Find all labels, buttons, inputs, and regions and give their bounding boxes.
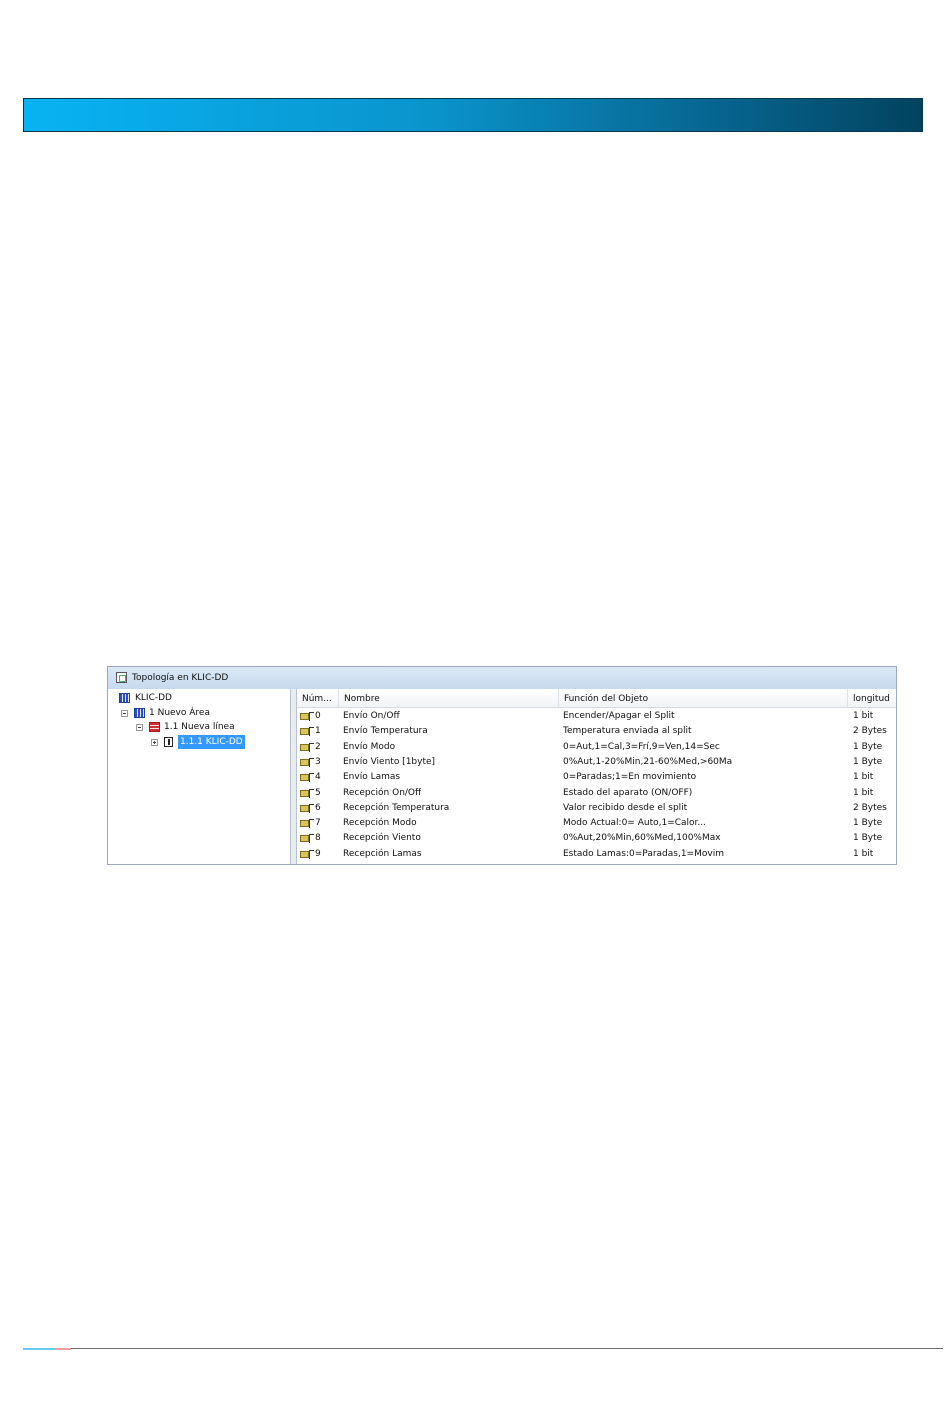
row-length: 2 Bytes	[853, 726, 887, 737]
col-header-num[interactable]: Núm...	[297, 689, 339, 707]
col-header-length[interactable]: longitud	[848, 689, 896, 707]
row-function: 0=Paradas;1=En movimiento	[563, 772, 697, 783]
row-num: 8	[315, 833, 321, 844]
object-icon	[300, 727, 314, 737]
table-row[interactable]: 2 Envío Modo 0=Aut,1=Cal,3=Frí,9=Ven,14=…	[297, 740, 896, 755]
row-num: 4	[315, 772, 321, 783]
row-length: 1 Byte	[853, 741, 883, 752]
row-num: 0	[315, 711, 321, 721]
footer-rule	[23, 1348, 943, 1349]
row-length: 1 Byte	[853, 833, 883, 844]
table-row[interactable]: 1 Envío Temperatura Temperatura enviada …	[297, 724, 896, 739]
object-icon	[300, 849, 314, 859]
object-icon	[300, 773, 314, 783]
row-name: Envío Viento [1byte]	[343, 756, 436, 767]
row-function: Valor recibido desde el split	[563, 802, 688, 813]
row-function: 0%Aut,20%Min,60%Med,100%Max	[563, 833, 721, 844]
table-row[interactable]: 8 Recepción Viento 0%Aut,20%Min,60%Med,1…	[297, 831, 896, 846]
tree-label-project: KLIC-DD	[135, 693, 172, 703]
row-function: Estado del aparato (ON/OFF)	[563, 787, 693, 798]
row-num: 2	[315, 741, 321, 752]
row-function: Temperatura enviada al split	[563, 726, 692, 737]
col-header-function[interactable]: Función del Objeto	[559, 689, 848, 707]
row-name: Envío Temperatura	[343, 726, 428, 737]
table-row[interactable]: 0 Envío On/Off Encender/Apagar el Split …	[297, 709, 896, 724]
row-name: Recepción On/Off	[343, 787, 422, 798]
collapse-icon[interactable]	[121, 710, 128, 717]
col-header-name[interactable]: Nombre	[339, 689, 559, 707]
row-function: Modo Actual:0= Auto,1=Calor...	[563, 818, 706, 829]
row-name: Recepción Lamas	[343, 848, 422, 859]
objects-table: Núm... Nombre Función del Objeto longitu…	[297, 689, 896, 864]
row-name: Recepción Temperatura	[343, 802, 450, 813]
window-title: Topología en KLIC-DD	[132, 673, 229, 683]
tree-label-area: 1 Nuevo Área	[149, 708, 210, 718]
row-name: Recepción Modo	[343, 818, 417, 829]
topology-tree: KLIC-DD 1 Nuevo Área 1.1 Nueva línea 1.1…	[108, 689, 291, 864]
footer-accent	[55, 1348, 71, 1350]
line-icon	[149, 722, 160, 732]
footer-accent	[23, 1348, 55, 1350]
row-length: 1 bit	[853, 711, 874, 721]
row-name: Envío Lamas	[343, 772, 401, 783]
row-length: 1 bit	[853, 848, 874, 859]
row-num: 6	[315, 802, 321, 813]
tree-label-line: 1.1 Nueva línea	[164, 722, 235, 732]
window-titlebar[interactable]: Topología en KLIC-DD	[108, 667, 896, 690]
object-icon	[300, 788, 314, 798]
collapse-icon[interactable]	[136, 724, 143, 731]
row-num: 7	[315, 818, 321, 829]
row-num: 9	[315, 848, 321, 859]
row-num: 3	[315, 756, 321, 767]
row-function: 0%Aut,1-20%Min,21-60%Med,>60Ma	[563, 756, 733, 767]
row-num: 5	[315, 787, 321, 798]
object-icon	[300, 803, 314, 813]
row-length: 1 Byte	[853, 756, 883, 767]
table-row[interactable]: 9 Recepción Lamas Estado Lamas:0=Paradas…	[297, 847, 896, 862]
object-icon	[300, 712, 314, 721]
table-row[interactable]: 4 Envío Lamas 0=Paradas;1=En movimiento …	[297, 770, 896, 785]
row-function: 0=Aut,1=Cal,3=Frí,9=Ven,14=Sec	[563, 741, 720, 752]
topology-icon	[116, 672, 127, 683]
object-icon	[300, 742, 314, 752]
table-row[interactable]: 6 Recepción Temperatura Valor recibido d…	[297, 801, 896, 816]
table-row[interactable]: 3 Envío Viento [1byte] 0%Aut,1-20%Min,21…	[297, 755, 896, 770]
area-icon	[134, 708, 145, 718]
row-num: 1	[315, 726, 321, 737]
row-function: Encender/Apagar el Split	[563, 711, 675, 721]
row-length: 1 Byte	[853, 818, 883, 829]
topology-window: Topología en KLIC-DD KLIC-DD 1 Nuevo Áre…	[107, 666, 897, 865]
row-name: Envío Modo	[343, 741, 396, 752]
header-band	[23, 98, 923, 132]
object-icon	[300, 834, 314, 844]
project-icon	[119, 693, 130, 703]
table-row[interactable]: 7 Recepción Modo Modo Actual:0= Auto,1=C…	[297, 816, 896, 831]
tree-label-device: 1.1.1 KLIC-DD	[178, 735, 245, 749]
row-name: Envío On/Off	[343, 711, 400, 721]
table-header: Núm... Nombre Función del Objeto longitu…	[297, 689, 896, 708]
object-icon	[300, 757, 314, 767]
expand-icon[interactable]	[151, 739, 158, 746]
row-function: Estado Lamas:0=Paradas,1=Movim	[563, 848, 724, 859]
object-icon	[300, 819, 314, 829]
row-length: 1 bit	[853, 787, 874, 798]
row-length: 1 bit	[853, 772, 874, 783]
table-row[interactable]: 5 Recepción On/Off Estado del aparato (O…	[297, 786, 896, 801]
row-length: 2 Bytes	[853, 802, 887, 813]
row-name: Recepción Viento	[343, 833, 421, 844]
device-icon	[164, 737, 173, 747]
